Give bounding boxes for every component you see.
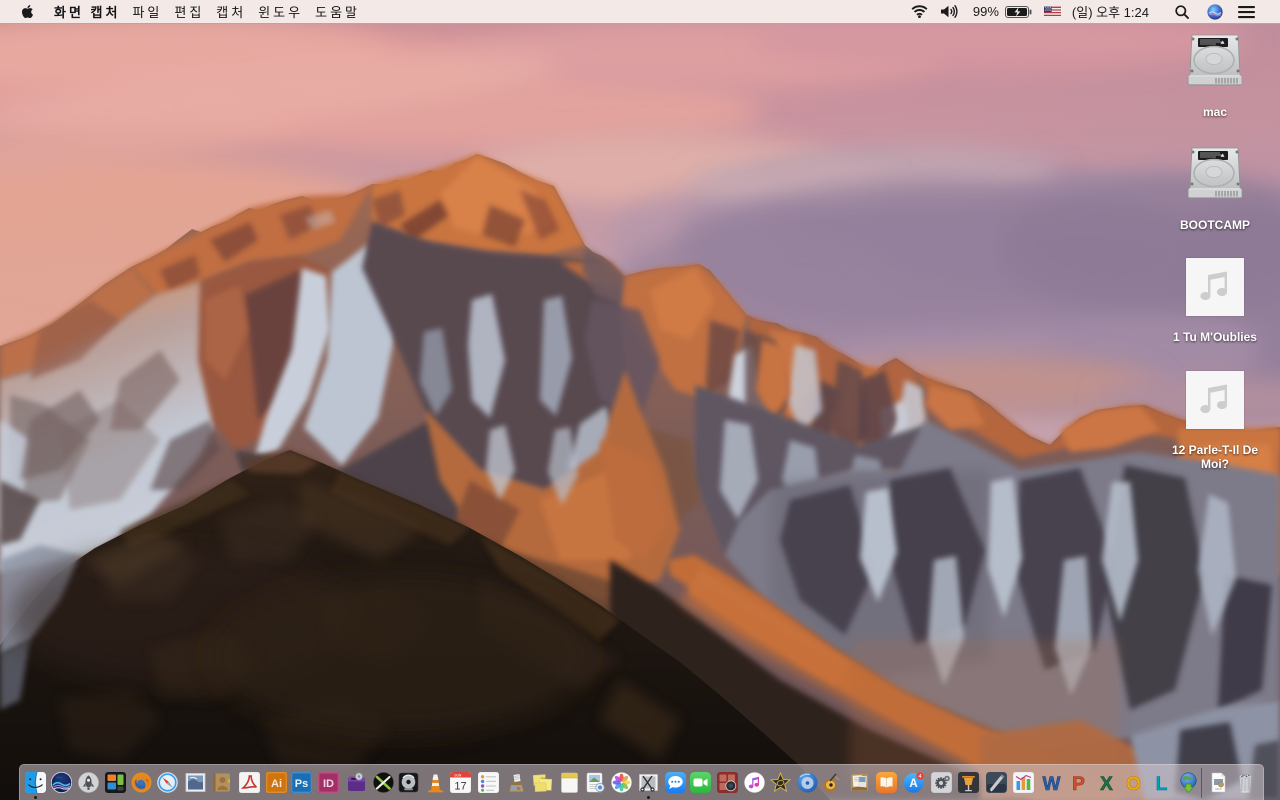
svg-text:ID: ID: [323, 778, 334, 790]
svg-text:MOV: MOV: [1215, 787, 1222, 791]
svg-text:4: 4: [918, 774, 921, 780]
svg-text:O: O: [1126, 774, 1141, 793]
svg-text:W: W: [1042, 774, 1060, 793]
svg-text:L: L: [1155, 774, 1167, 793]
svg-text:SUN: SUN: [454, 774, 462, 778]
svg-text:A: A: [909, 778, 917, 790]
svg-text:Ps: Ps: [294, 778, 307, 790]
svg-text:17: 17: [454, 781, 466, 793]
svg-text:Note: Note: [541, 776, 547, 780]
svg-text:P: P: [1072, 774, 1085, 793]
svg-text:X: X: [1100, 774, 1113, 793]
svg-text:Ai: Ai: [271, 778, 282, 790]
